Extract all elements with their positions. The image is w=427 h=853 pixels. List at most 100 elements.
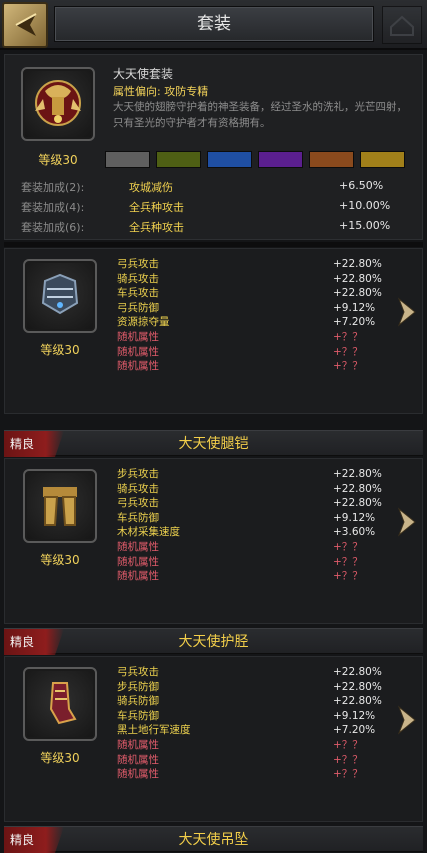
item-card[interactable]: 等级30 弓兵攻击 +22.80% 步兵防御 +22.80% 骑兵防御 +22.80% 车兵防… — [4, 656, 423, 822]
random-stat-value: +？？ — [333, 541, 363, 553]
greaves-icon — [49, 682, 77, 725]
item-name: 大天使吊坠 — [178, 832, 249, 848]
stat-value: +22.80% — [333, 272, 382, 285]
set-bonus-label: 套装加成(2): — [21, 181, 85, 194]
stat-value: +7.20% — [333, 316, 376, 329]
item-detail-button[interactable] — [395, 295, 419, 329]
random-stat-name: 随机属性 — [117, 331, 159, 343]
random-stat-value: +？？ — [333, 768, 363, 781]
random-stat-value: +？？ — [333, 331, 363, 343]
item-header: 精良 大天使吊坠 — [4, 826, 423, 853]
random-stat-value: +？？ — [333, 345, 363, 358]
leg-armor-icon — [43, 487, 77, 526]
set-bonus-value: +6.50% — [339, 179, 384, 192]
item-header: 精良 大天使护胫 — [4, 628, 423, 655]
random-stat-value: +？？ — [333, 555, 363, 568]
item-header: 精良 大天使腿铠 — [4, 430, 423, 457]
chevron-right-icon — [397, 705, 416, 735]
quality-swatch — [207, 151, 252, 168]
stat-value: +22.80% — [333, 497, 382, 510]
stat-name: 资源掠夺量 — [117, 316, 170, 329]
item-level: 等级30 — [40, 553, 80, 567]
set-bonus-label: 套装加成(4): — [21, 201, 85, 214]
stat-name: 车兵防御 — [117, 709, 159, 722]
stat-name: 黑土地行军速度 — [117, 724, 191, 737]
stat-name: 骑兵防御 — [117, 695, 159, 708]
set-bonus-row: 套装加成(2): 攻城减伤 +6.50% — [21, 179, 409, 198]
home-icon — [390, 15, 414, 36]
back-arrow-icon — [15, 13, 37, 36]
item-name: 大天使腿铠 — [178, 436, 249, 452]
stat-value: +9.12% — [333, 511, 376, 524]
back-button[interactable] — [2, 2, 48, 48]
item-level: 等级30 — [40, 751, 80, 765]
stat-value: +22.80% — [333, 468, 382, 480]
stat-name: 弓兵攻击 — [117, 258, 159, 270]
item-level: 等级30 — [40, 343, 80, 357]
corner-button[interactable] — [382, 6, 422, 44]
stat-name: 弓兵防御 — [117, 301, 159, 314]
set-bonus-row: 套装加成(4): 全兵种攻击 +10.00% — [21, 199, 409, 218]
quality-swatch — [156, 151, 201, 168]
item-icon-frame — [23, 469, 97, 543]
stat-name: 车兵攻击 — [117, 287, 159, 300]
stat-value: +22.80% — [333, 666, 382, 678]
stat-value: +9.12% — [333, 301, 376, 314]
item-name: 大天使护胫 — [178, 634, 249, 650]
quality-swatch — [360, 151, 405, 168]
item-icon-frame — [23, 667, 97, 741]
item-icon-frame — [23, 259, 97, 333]
quality-swatch — [105, 151, 150, 168]
stat-value: +22.80% — [333, 695, 382, 708]
armor-icon — [41, 273, 79, 315]
quality-swatch — [309, 151, 354, 168]
set-level: 等级30 — [38, 153, 78, 167]
random-stat-value: +？？ — [333, 570, 363, 583]
item-card[interactable]: 等级30 步兵攻击 +22.80% 骑兵攻击 +22.80% 弓兵攻击 +22.80% 车兵防… — [4, 458, 423, 624]
stat-value: +22.80% — [333, 680, 382, 693]
chevron-right-icon — [397, 297, 416, 327]
title-panel: 套装 — [54, 6, 374, 42]
item-detail-button[interactable] — [395, 703, 419, 737]
set-bonus-row: 套装加成(6): 全兵种攻击 +15.00% — [21, 219, 409, 238]
set-bonus-value: +15.00% — [339, 219, 391, 232]
random-stat-name: 随机属性 — [117, 345, 159, 358]
angel-emblem-icon — [35, 80, 81, 126]
random-stat-value: +？？ — [333, 739, 363, 751]
stat-value: +22.80% — [333, 258, 382, 270]
stat-name: 弓兵攻击 — [117, 497, 159, 510]
stat-name: 车兵防御 — [117, 511, 159, 524]
set-bonus-label: 套装加成(6): — [21, 221, 85, 234]
random-stat-name: 随机属性 — [117, 753, 159, 766]
random-stat-name: 随机属性 — [117, 570, 159, 583]
random-stat-value: +？？ — [333, 753, 363, 766]
stat-value: +7.20% — [333, 724, 376, 737]
stat-value: +9.12% — [333, 709, 376, 722]
set-bonus-stat: 攻城减伤 — [129, 181, 173, 194]
stat-value: +22.80% — [333, 287, 382, 300]
page-title: 套装 — [197, 14, 231, 34]
stat-name: 步兵攻击 — [117, 468, 159, 480]
stat-name: 木材采集速度 — [117, 526, 180, 539]
item-detail-button[interactable] — [395, 505, 419, 539]
set-attr-tendency: 属性偏向: 攻防专精 — [113, 85, 209, 98]
item-card[interactable]: 等级30 弓兵攻击 +22.80% 骑兵攻击 +22.80% 车兵攻击 +22.80% 弓兵防… — [4, 248, 423, 414]
stat-name: 骑兵攻击 — [117, 272, 159, 285]
stat-value: +3.60% — [333, 526, 376, 539]
set-bonus-stat: 全兵种攻击 — [129, 201, 184, 214]
random-stat-name: 随机属性 — [117, 360, 159, 373]
random-stat-name: 随机属性 — [117, 768, 159, 781]
set-description: 大天使的翅膀守护着的神圣装备，经过圣水的洗礼，光芒四射，只有圣光的守护者才有资格… — [113, 101, 407, 129]
chevron-right-icon — [397, 507, 416, 537]
stat-name: 骑兵攻击 — [117, 482, 159, 495]
set-bonus-value: +10.00% — [339, 199, 391, 212]
divider — [4, 242, 423, 247]
stat-name: 步兵防御 — [117, 680, 159, 693]
stat-name: 弓兵攻击 — [117, 666, 159, 678]
quality-swatch — [258, 151, 303, 168]
random-stat-name: 随机属性 — [117, 555, 159, 568]
set-panel: 等级30 大天使套装 属性偏向: 攻防专精 大天使的翅膀守护着的神圣装备，经过圣… — [4, 54, 423, 240]
random-stat-name: 随机属性 — [117, 541, 159, 553]
set-bonus-stat: 全兵种攻击 — [129, 221, 184, 234]
set-emblem — [21, 67, 95, 141]
